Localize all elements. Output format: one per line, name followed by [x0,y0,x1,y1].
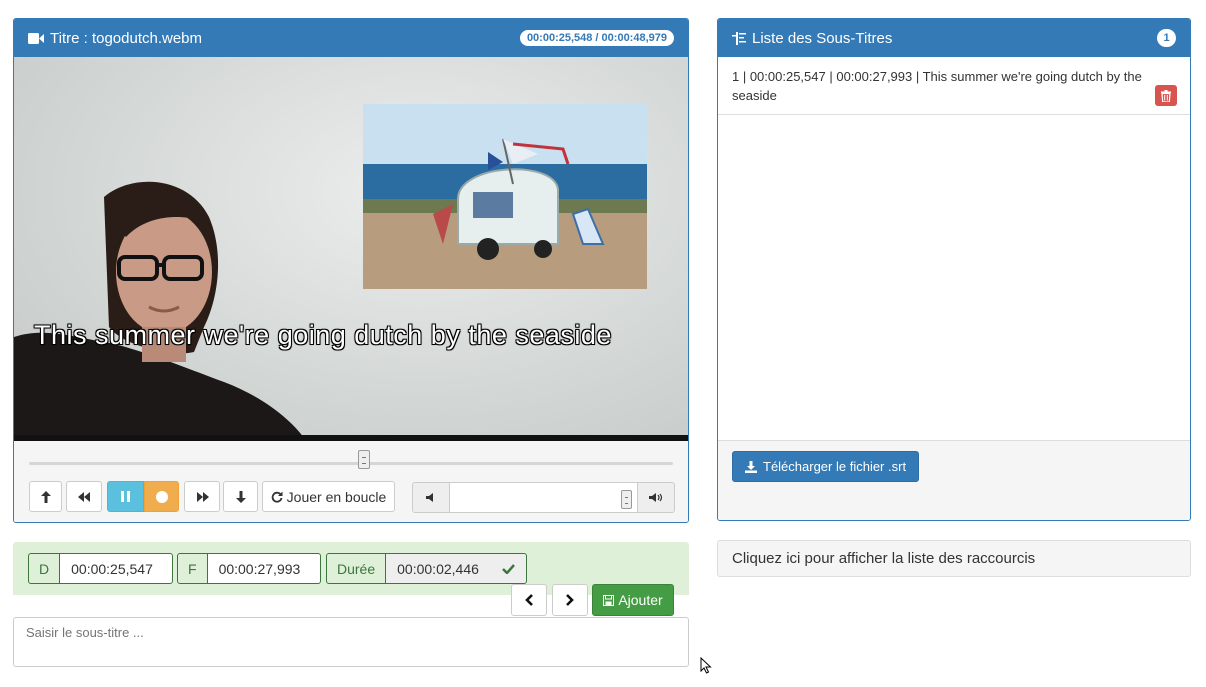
end-time-field[interactable]: 00:00:27,993 [207,553,321,584]
backward-icon [77,491,90,502]
volume-high-icon [649,493,663,502]
subtitle-list-title: Liste des Sous-Titres [752,29,893,47]
download-srt-label: Télécharger le fichier .srt [763,459,907,474]
volume-down-button[interactable] [412,482,450,513]
end-time-group: F 00:00:27,993 [177,553,321,584]
line-down-button[interactable] [223,481,258,512]
forward-button[interactable] [184,481,220,512]
previous-subtitle-button[interactable] [511,584,547,616]
pause-button[interactable] [107,481,144,512]
subtitle-item-text: 1 | 00:00:25,547 | 00:00:27,993 | This s… [732,69,1142,103]
subtitle-list-item[interactable]: 1 | 00:00:25,547 | 00:00:27,993 | This s… [718,57,1190,115]
check-icon [502,563,516,574]
subtitle-list-footer: Télécharger le fichier .srt [718,440,1190,520]
arrow-up-icon [40,490,51,503]
loop-button[interactable]: Jouer en boucle [262,481,395,512]
add-subtitle-button[interactable]: Ajouter [592,584,674,616]
volume-control [412,482,675,513]
delete-subtitle-button[interactable] [1155,85,1177,106]
trash-icon [1161,89,1171,102]
duration-addon: Durée [326,553,387,584]
record-button[interactable] [144,481,179,512]
video-camera-icon [28,32,44,44]
start-time-group: D 00:00:25,547 [28,553,174,584]
add-button-label: Ajouter [618,592,663,608]
volume-slider[interactable] [450,482,637,513]
time-badge: 00:00:25,548 / 00:00:48,979 [519,30,674,46]
forward-icon [196,491,209,502]
download-icon [745,460,757,473]
shortcuts-toggle[interactable]: Cliquez ici pour afficher la liste des r… [717,540,1191,577]
video-title: Titre : togodutch.webm [50,29,203,47]
line-up-button[interactable] [29,481,62,512]
loop-button-label: Jouer en boucle [286,488,387,505]
player-controls: Jouer en boucle [14,441,688,522]
seek-track[interactable] [29,462,673,465]
duration-group: Durée 00:00:02,446 [326,553,528,584]
start-time-field[interactable]: 00:00:25,547 [60,553,174,584]
arrow-down-icon [235,490,246,503]
subtitle-list-panel: Liste des Sous-Titres 1 1 | 00:00:25,547… [717,18,1191,521]
volume-handle[interactable] [620,490,632,509]
save-icon [603,594,615,606]
shortcuts-label: Cliquez ici pour afficher la liste des r… [732,550,1036,567]
list-tree-icon [732,31,746,45]
seek-handle[interactable] [357,450,370,469]
duration-field: 00:00:02,446 [386,553,528,584]
chevron-right-icon [566,594,574,606]
refresh-icon [271,491,283,503]
next-subtitle-button[interactable] [552,584,588,616]
download-srt-button[interactable]: Télécharger le fichier .srt [732,451,920,482]
subtitle-count-badge: 1 [1157,29,1176,47]
subtitle-text-input[interactable] [13,617,689,667]
record-icon [155,490,168,503]
video-panel: Titre : togodutch.webm 00:00:25,548 / 00… [13,18,689,523]
mouse-cursor-icon [700,657,712,674]
volume-low-icon [426,493,433,502]
rewind-button[interactable] [66,481,102,512]
pause-icon [121,491,130,502]
video-player[interactable]: This summer we're going dutch by the sea… [14,57,688,441]
video-caption-overlay: This summer we're going dutch by the sea… [34,320,612,350]
volume-up-button[interactable] [637,482,675,513]
video-panel-heading: Titre : togodutch.webm 00:00:25,548 / 00… [14,19,688,57]
start-time-addon: D [28,553,61,584]
caravan-inset-image [363,104,647,289]
presenter-image [14,181,306,441]
subtitle-list-heading: Liste des Sous-Titres 1 [718,19,1190,57]
end-time-addon: F [177,553,208,584]
subtitle-editor: D 00:00:25,547 F 00:00:27,993 Durée 00:0… [13,542,689,667]
duration-value: 00:00:02,446 [397,560,479,577]
chevron-left-icon [525,594,533,606]
